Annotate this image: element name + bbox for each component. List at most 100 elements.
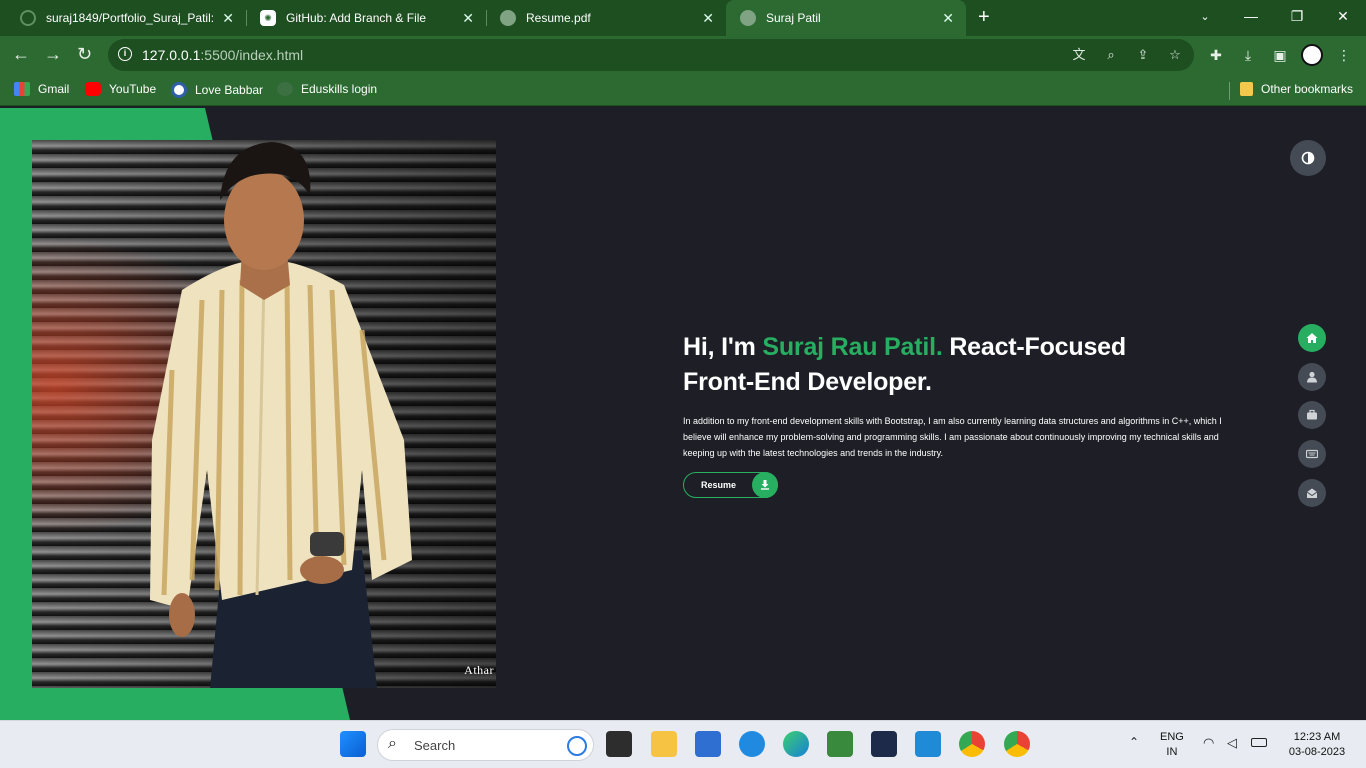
language-indicator[interactable]: ENG IN: [1160, 730, 1184, 760]
tab-title: Resume.pdf: [526, 11, 591, 25]
clock[interactable]: 12:23 AM 03-08-2023: [1282, 730, 1352, 760]
lovebabbar-icon: [171, 82, 187, 98]
mail-icon: [1306, 488, 1318, 498]
hero-greeting: Hi, I'm: [683, 333, 756, 361]
gmail-icon: [14, 82, 30, 96]
app-icon[interactable]: [827, 731, 853, 757]
bookmark-eduskills[interactable]: Eduskills login: [277, 82, 377, 96]
bing-icon: [567, 736, 587, 756]
bookmark-label: Love Babbar: [195, 83, 264, 97]
hero-description: In addition to my front-end development …: [683, 416, 1222, 458]
close-icon[interactable]: ✕: [702, 10, 714, 26]
vscode-icon[interactable]: [915, 731, 941, 757]
chatgpt-icon: ✺: [260, 10, 276, 26]
folder-icon: [1240, 82, 1253, 96]
volume-icon[interactable]: ◁: [1227, 735, 1237, 751]
bookmark-gmail[interactable]: Gmail: [14, 82, 69, 96]
clock-date: 03-08-2023: [1288, 746, 1346, 758]
share-icon[interactable]: ⇪: [1134, 46, 1152, 64]
bookmark-label: YouTube: [109, 82, 157, 96]
bookmark-label: Gmail: [38, 82, 70, 96]
minimize-button[interactable]: —: [1228, 0, 1274, 32]
translate-icon[interactable]: 文: [1070, 46, 1088, 64]
file-explorer-icon[interactable]: [651, 731, 677, 757]
photo-watermark: Athar: [464, 663, 494, 677]
close-icon[interactable]: ✕: [222, 10, 234, 26]
close-window-button[interactable]: ✕: [1320, 0, 1366, 32]
close-icon[interactable]: ✕: [462, 10, 474, 26]
wifi-icon[interactable]: ◠: [1203, 735, 1214, 751]
new-tab-button[interactable]: +: [978, 6, 990, 29]
bookmark-label: Other bookmarks: [1261, 82, 1354, 96]
nav-contact-button[interactable]: [1298, 479, 1326, 507]
tab-github-portfolio[interactable]: suraj1849/Portfolio_Suraj_Patil: I ✕: [6, 0, 246, 36]
clock-time: 12:23 AM: [1293, 731, 1341, 743]
menu-icon[interactable]: ⋮: [1334, 45, 1354, 65]
taskbar-search[interactable]: ⌕ Search: [377, 729, 594, 761]
address-bar[interactable]: i 127.0.0.1:5500/index.html 文 ⌕ ⇪ ☆: [108, 39, 1194, 71]
windows-taskbar: ⌕ Search ⌃ ENG IN ◠ ◁ 12:23 AM 03-08-202…: [0, 720, 1366, 768]
task-view-icon[interactable]: [606, 731, 632, 757]
bookmarks-bar: Gmail YouTube Love Babbar Eduskills logi…: [0, 74, 1366, 106]
windows-start-icon[interactable]: [340, 731, 366, 757]
bookmark-star-icon[interactable]: ☆: [1166, 46, 1184, 64]
hero-section: Hi, I'm Suraj Rau Patil. React-Focused F…: [683, 330, 1243, 498]
portfolio-page: Athar Hi, I'm Suraj Rau Patil. React-Foc…: [0, 108, 1366, 720]
hero-role-line-2: Front-End Developer.: [683, 368, 932, 396]
globe-icon: [500, 10, 516, 26]
theme-toggle-button[interactable]: [1290, 140, 1326, 176]
help-icon[interactable]: [739, 731, 765, 757]
nav-blog-button[interactable]: [1298, 440, 1326, 468]
tab-title: suraj1849/Portfolio_Suraj_Patil: I: [46, 11, 216, 25]
url-host: 127.0.0.1: [142, 47, 201, 63]
chevron-up-icon[interactable]: ⌃: [1129, 735, 1139, 749]
hero-heading: Hi, I'm Suraj Rau Patil. React-Focused F…: [683, 330, 1243, 400]
url-text: 127.0.0.1:5500/index.html: [142, 47, 303, 63]
other-bookmarks[interactable]: Other bookmarks: [1240, 82, 1353, 96]
bookmark-love-babbar[interactable]: Love Babbar: [171, 82, 263, 98]
tab-suraj-patil[interactable]: Suraj Patil ✕: [726, 0, 966, 36]
bookmark-youtube[interactable]: YouTube: [85, 82, 156, 96]
search-label: Search: [414, 738, 456, 753]
resume-button-label: Resume: [701, 480, 737, 490]
battery-icon[interactable]: [1251, 738, 1267, 747]
zoom-icon[interactable]: ⌕: [1102, 46, 1120, 64]
dev-icon[interactable]: [871, 731, 897, 757]
extensions-icon[interactable]: ✚: [1206, 45, 1226, 65]
edge-icon[interactable]: [783, 731, 809, 757]
store-icon[interactable]: [695, 731, 721, 757]
close-icon[interactable]: ✕: [942, 10, 954, 26]
globe-icon: [740, 10, 756, 26]
browser-toolbar: ← → ↻ i 127.0.0.1:5500/index.html 文 ⌕ ⇪ …: [0, 36, 1366, 74]
site-info-icon[interactable]: i: [118, 47, 132, 61]
forward-button[interactable]: →: [44, 44, 62, 65]
reload-button[interactable]: ↻: [77, 44, 92, 65]
tab-resume-pdf[interactable]: Resume.pdf ✕: [486, 0, 726, 36]
keyboard-icon: [1306, 449, 1318, 459]
side-panel-icon[interactable]: ▣: [1270, 45, 1290, 65]
tab-search-icon[interactable]: ⌄: [1182, 0, 1228, 32]
contrast-icon: [1301, 151, 1315, 165]
bookmark-label: Eduskills login: [301, 82, 378, 96]
briefcase-icon: [1307, 409, 1317, 420]
tab-title: Suraj Patil: [766, 11, 821, 25]
nav-home-button[interactable]: [1298, 324, 1326, 352]
language-label: ENG: [1160, 731, 1184, 743]
profile-avatar[interactable]: [1301, 44, 1323, 66]
back-button[interactable]: ←: [12, 44, 30, 65]
search-icon: ⌕: [388, 735, 397, 752]
tab-strip: suraj1849/Portfolio_Suraj_Patil: I ✕ ✺ G…: [0, 0, 1366, 36]
maximize-button[interactable]: ❐: [1274, 0, 1320, 32]
download-icon[interactable]: ⤓: [1238, 45, 1258, 65]
hero-role-line-1: React-Focused: [949, 333, 1126, 361]
resume-button[interactable]: Resume: [683, 472, 778, 498]
chrome-icon[interactable]: [959, 731, 985, 757]
region-label: IN: [1166, 746, 1178, 758]
hero-name: Suraj Rau Patil.: [762, 333, 943, 361]
tab-github-branch[interactable]: ✺ GitHub: Add Branch & File ✕: [246, 0, 486, 36]
nav-portfolio-button[interactable]: [1298, 401, 1326, 429]
download-icon: [752, 472, 778, 498]
nav-about-button[interactable]: [1298, 363, 1326, 391]
chrome-profile-icon[interactable]: [1004, 731, 1030, 757]
github-icon: [20, 10, 36, 26]
